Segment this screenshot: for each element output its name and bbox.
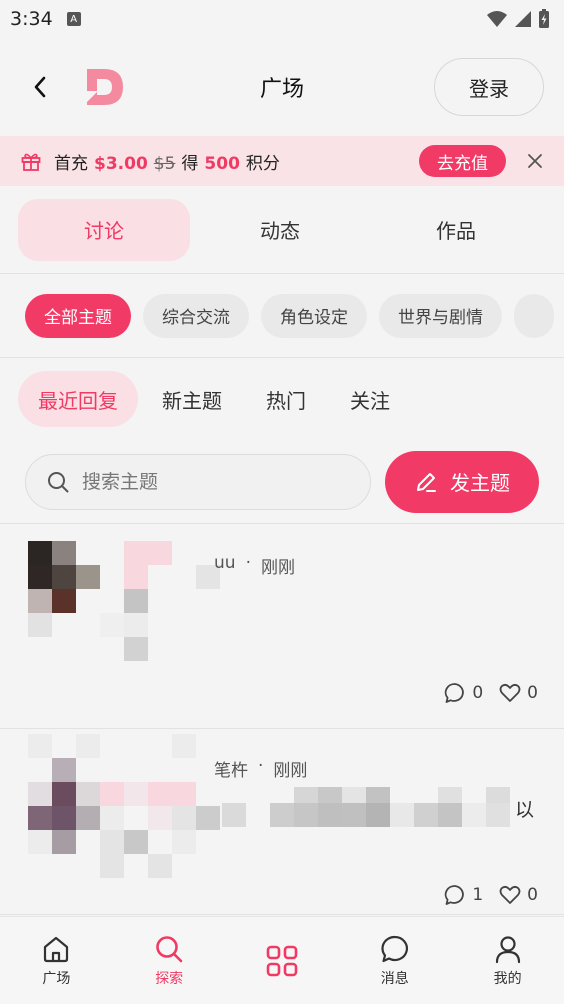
sort-tabs: 最近回复 新主题 热门 关注 [0, 358, 564, 440]
search-box[interactable] [25, 453, 371, 510]
gift-icon [21, 153, 41, 171]
heart-icon [499, 683, 521, 702]
nav-profile[interactable]: 我的 [451, 917, 564, 1004]
app-logo [87, 69, 123, 105]
status-time-group: 3:34 A [10, 8, 81, 30]
comment-count-value: 1 [472, 885, 484, 905]
comment-icon [445, 885, 465, 905]
chip-character[interactable]: 角色设定 [261, 293, 367, 338]
promo-points-unit: 积分 [245, 153, 280, 174]
recharge-button[interactable]: 去充值 [419, 145, 506, 177]
promo-price: $3.00 [94, 153, 148, 174]
comment-icon [445, 683, 465, 703]
sort-following[interactable]: 关注 [330, 371, 410, 427]
sort-hot[interactable]: 热门 [246, 371, 326, 427]
post-thumbnail [4, 541, 220, 661]
promo-original-price: $5 [153, 153, 176, 174]
post-meta-separator: · [245, 553, 251, 573]
chip-world-story[interactable]: 世界与剧情 [379, 293, 502, 338]
post-preview-tail: 以 [514, 799, 534, 821]
post-thumbnail [4, 734, 220, 878]
post-item[interactable]: uu · 刚刚 0 0 [0, 524, 564, 729]
nav-plaza[interactable]: 广场 [0, 917, 113, 1004]
promo-get-label: 得 [181, 153, 199, 174]
heart-icon [499, 885, 521, 904]
post-time: 刚刚 [273, 761, 308, 781]
notification-icon: A [66, 12, 81, 26]
app-header: 广场 登录 [0, 38, 564, 136]
chip-general[interactable]: 综合交流 [143, 293, 249, 338]
topic-chips: 全部主题 综合交流 角色设定 世界与剧情 [0, 274, 564, 358]
post-time: 刚刚 [260, 558, 295, 578]
post-preview-redacted [222, 803, 510, 827]
battery-icon [539, 9, 549, 28]
tab-activity[interactable]: 动态 [194, 199, 366, 261]
close-icon [528, 154, 542, 168]
comment-count[interactable]: 1 [444, 884, 483, 906]
post-item[interactable]: 笔杵 · 刚刚 以 1 0 [0, 729, 564, 915]
like-count-value: 0 [527, 683, 538, 703]
post-author: 笔杵 [214, 761, 248, 781]
nav-explore-label: 探索 [155, 970, 184, 987]
profile-icon [495, 935, 520, 963]
promo-close-button[interactable] [524, 150, 546, 172]
promo-banner: 首充 $3.00 $5 得 500 积分 去充值 [0, 136, 564, 186]
back-button[interactable] [20, 67, 60, 107]
like-count[interactable]: 0 [499, 885, 538, 905]
home-icon [44, 936, 69, 962]
promo-text: 首充 $3.00 $5 得 500 积分 [54, 149, 280, 174]
promo-prefix: 首充 [54, 153, 88, 174]
sort-new-topic[interactable]: 新主题 [142, 371, 242, 427]
nav-profile-label: 我的 [493, 970, 522, 987]
nav-explore[interactable]: 探索 [113, 917, 226, 1004]
post-stats: 1 0 [434, 884, 538, 906]
comment-count-value: 0 [472, 683, 484, 703]
login-button[interactable]: 登录 [434, 58, 544, 116]
sort-recent-reply[interactable]: 最近回复 [18, 371, 138, 427]
search-input[interactable] [82, 470, 302, 493]
signal-icon [515, 11, 531, 27]
post-meta: 笔杵 · 刚刚 [214, 756, 307, 781]
status-time: 3:34 [10, 8, 53, 30]
promo-points: 500 [204, 153, 240, 174]
like-count[interactable]: 0 [499, 683, 538, 703]
search-row: 发主题 [0, 440, 564, 524]
grid-icon [266, 945, 298, 976]
comment-count[interactable]: 0 [444, 682, 483, 704]
nav-messages[interactable]: 消息 [338, 917, 451, 1004]
new-post-label: 发主题 [450, 471, 510, 495]
like-count-value: 0 [527, 885, 538, 905]
nav-messages-label: 消息 [380, 970, 409, 987]
post-author: uu [214, 553, 236, 573]
search-icon [156, 935, 183, 962]
message-icon [381, 935, 408, 962]
post-meta-separator: · [258, 756, 264, 776]
status-bar: 3:34 A [0, 0, 564, 38]
new-post-button[interactable]: 发主题 [385, 450, 539, 513]
nav-apps[interactable] [226, 917, 339, 1004]
search-icon [48, 471, 69, 492]
chip-all-topics[interactable]: 全部主题 [25, 293, 131, 338]
chevron-left-icon [34, 76, 46, 98]
status-icons [486, 9, 550, 29]
main-tabs: 讨论 动态 作品 [0, 186, 564, 274]
post-stats: 0 0 [434, 682, 538, 704]
tab-discussion[interactable]: 讨论 [18, 198, 190, 261]
nav-plaza-label: 广场 [42, 970, 71, 987]
tab-works[interactable]: 作品 [370, 199, 542, 261]
post-meta: uu · 刚刚 [214, 553, 295, 578]
pencil-icon [417, 472, 436, 492]
chip-more[interactable] [514, 293, 554, 338]
wifi-icon [487, 11, 507, 27]
bottom-nav: 广场 探索 消息 我的 [0, 916, 564, 1004]
